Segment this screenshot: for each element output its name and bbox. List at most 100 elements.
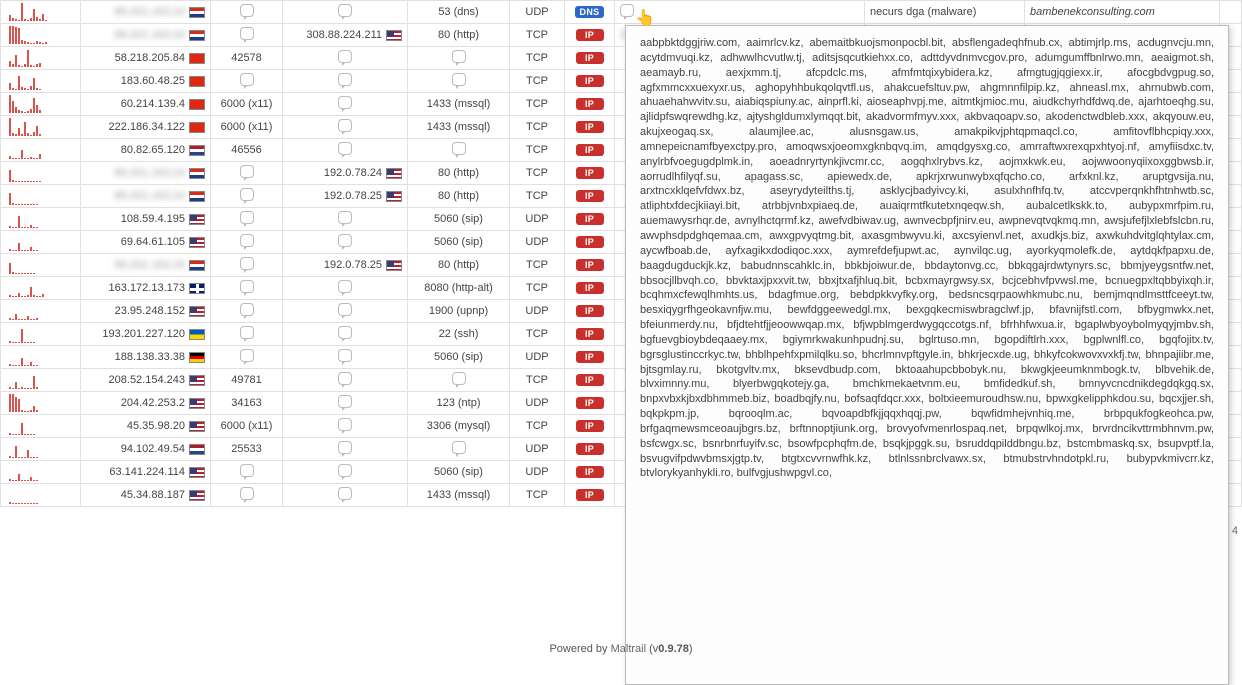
src-port: 6000 (x11)	[221, 98, 273, 110]
src-ip[interactable]: 23.95.248.152	[115, 305, 185, 317]
ip-badge[interactable]: IP	[576, 29, 604, 41]
ip-badge[interactable]: IP	[576, 190, 604, 202]
comment-icon[interactable]	[338, 418, 352, 431]
dns-badge[interactable]: DNS	[575, 6, 605, 18]
src-ip[interactable]: 94.102.49.54	[121, 443, 185, 455]
src-ip[interactable]: 45.34.88.187	[121, 489, 185, 501]
comment-icon[interactable]	[452, 441, 466, 454]
ip-badge[interactable]: IP	[576, 75, 604, 87]
table-row[interactable]: 89.201.163.2453 (dns)UDPDNSnecurs dga (m…	[1, 1, 1242, 24]
ip-badge[interactable]: IP	[576, 98, 604, 110]
maltrail-link[interactable]: MMaltrailaltrail	[611, 643, 646, 655]
src-ip[interactable]: 63.141.224.114	[109, 466, 185, 478]
comment-icon[interactable]	[338, 142, 352, 155]
src-ip[interactable]: 193.201.227.120	[102, 328, 185, 340]
sparkline	[6, 325, 76, 343]
comment-icon[interactable]	[240, 487, 254, 500]
comment-icon[interactable]	[338, 234, 352, 247]
src-ip[interactable]: 188.138.33.38	[115, 351, 185, 363]
ip-badge[interactable]: IP	[576, 420, 604, 432]
ip-badge[interactable]: IP	[576, 144, 604, 156]
src-ip[interactable]: 222.186.34.122	[109, 121, 185, 133]
dst-port: 123 (ntp)	[436, 397, 480, 409]
comment-icon[interactable]	[240, 326, 254, 339]
ip-badge[interactable]: IP	[576, 282, 604, 294]
dst-port: 5060 (sip)	[434, 213, 483, 225]
ip-badge[interactable]: IP	[576, 397, 604, 409]
comment-icon[interactable]	[338, 441, 352, 454]
ip-badge[interactable]: IP	[576, 236, 604, 248]
comment-icon[interactable]	[338, 280, 352, 293]
src-ip[interactable]: 183.60.48.25	[121, 75, 185, 87]
comment-icon[interactable]	[240, 4, 254, 17]
ip-badge[interactable]: IP	[576, 351, 604, 363]
src-ip[interactable]: 208.52.154.243	[109, 374, 185, 386]
src-ip[interactable]: 69.64.61.105	[121, 236, 185, 248]
comment-icon[interactable]	[452, 372, 466, 385]
comment-icon[interactable]	[240, 349, 254, 362]
comment-icon[interactable]	[338, 73, 352, 86]
dst-port: 5060 (sip)	[434, 466, 483, 478]
comment-icon[interactable]	[240, 303, 254, 316]
comment-icon[interactable]	[338, 326, 352, 339]
comment-icon[interactable]	[240, 257, 254, 270]
comment-icon[interactable]	[240, 211, 254, 224]
flag-us-icon	[189, 375, 205, 386]
comment-icon[interactable]	[620, 4, 634, 17]
comment-icon[interactable]	[338, 349, 352, 362]
src-ip[interactable]: 163.172.13.173	[109, 282, 185, 294]
comment-icon[interactable]	[338, 50, 352, 63]
src-ip[interactable]: 80.82.65.120	[121, 144, 185, 156]
comment-icon[interactable]	[240, 73, 254, 86]
comment-icon[interactable]	[452, 73, 466, 86]
dst-port: 80 (http)	[438, 29, 479, 41]
ip-badge[interactable]: IP	[576, 213, 604, 225]
src-ip[interactable]: 108.59.4.195	[121, 213, 185, 225]
dst-ip[interactable]: 192.0.78.25	[324, 259, 382, 271]
ip-badge[interactable]: IP	[576, 443, 604, 455]
comment-icon[interactable]	[240, 464, 254, 477]
ip-badge[interactable]: IP	[576, 52, 604, 64]
ip-badge[interactable]: IP	[576, 374, 604, 386]
comment-icon[interactable]	[240, 280, 254, 293]
src-ip[interactable]: 89.201.163.24	[115, 6, 185, 18]
comment-icon[interactable]	[338, 96, 352, 109]
src-ip[interactable]: 60.214.139.4	[121, 98, 185, 110]
comment-icon[interactable]	[338, 303, 352, 316]
comment-icon[interactable]	[338, 119, 352, 132]
ip-badge[interactable]: IP	[576, 259, 604, 271]
ip-badge[interactable]: IP	[576, 466, 604, 478]
ip-badge[interactable]: IP	[576, 489, 604, 501]
ip-badge[interactable]: IP	[576, 167, 604, 179]
src-ip[interactable]: 89.201.163.24	[115, 259, 185, 271]
reference-cell[interactable]: bambenekconsulting.com	[1030, 6, 1155, 18]
src-ip[interactable]: 204.42.253.2	[121, 397, 185, 409]
comment-icon[interactable]	[338, 464, 352, 477]
dst-ip[interactable]: 192.0.78.24	[324, 167, 382, 179]
src-ip[interactable]: 58.218.205.84	[115, 52, 185, 64]
comment-icon[interactable]	[338, 4, 352, 17]
comment-icon[interactable]	[240, 165, 254, 178]
comment-icon[interactable]	[338, 372, 352, 385]
comment-icon[interactable]	[240, 188, 254, 201]
flag-cn-icon	[189, 53, 205, 64]
dga-domain-tooltip: aabpbktdggjriw.com, aaimrlcv.kz, abemait…	[625, 25, 1229, 685]
comment-icon[interactable]	[338, 487, 352, 500]
sparkline	[6, 141, 76, 159]
comment-icon[interactable]	[338, 211, 352, 224]
src-ip[interactable]: 45.35.98.20	[127, 420, 185, 432]
src-ip[interactable]: 89.201.163.24	[115, 167, 185, 179]
comment-icon[interactable]	[338, 395, 352, 408]
ip-badge[interactable]: IP	[576, 121, 604, 133]
src-ip[interactable]: 89.201.163.24	[115, 190, 185, 202]
comment-icon[interactable]	[240, 234, 254, 247]
src-ip[interactable]: 89.201.163.24	[115, 29, 185, 41]
comment-icon[interactable]	[452, 142, 466, 155]
ip-badge[interactable]: IP	[576, 328, 604, 340]
dst-ip[interactable]: 192.0.78.25	[324, 190, 382, 202]
dst-ip[interactable]: 308.88.224.211	[306, 29, 382, 41]
ip-badge[interactable]: IP	[576, 305, 604, 317]
comment-icon[interactable]	[240, 27, 254, 40]
comment-icon[interactable]	[452, 50, 466, 63]
proto: UDP	[525, 397, 548, 409]
